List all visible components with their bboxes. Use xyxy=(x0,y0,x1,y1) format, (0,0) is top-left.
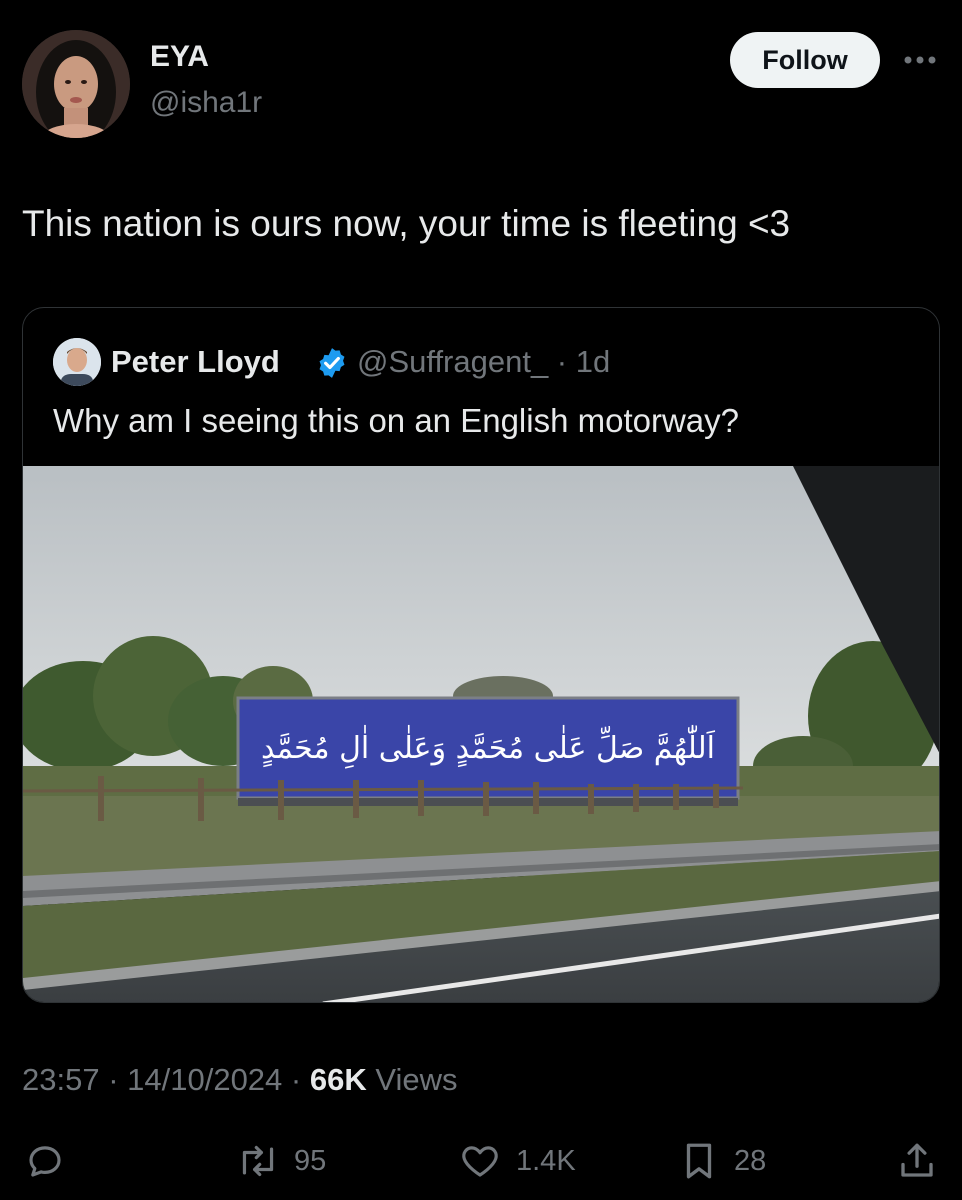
like-count: 1.4K xyxy=(516,1144,576,1177)
quoted-profile-photo xyxy=(53,338,101,386)
retweet-button[interactable]: 95 xyxy=(236,1138,326,1184)
tweet-meta: 23:57 · 14/10/2024 · 66K Views xyxy=(22,1062,457,1098)
share-button[interactable] xyxy=(896,1138,938,1184)
bookmark-button[interactable]: 28 xyxy=(678,1138,766,1184)
display-name[interactable]: EYA xyxy=(150,40,209,74)
quoted-tweet[interactable]: Peter Lloyd @Suffragent_ · 1d Why am I s… xyxy=(22,307,940,1003)
views-label: Views xyxy=(366,1062,458,1097)
handle[interactable]: @isha1r xyxy=(150,86,262,120)
quoted-avatar[interactable] xyxy=(53,338,101,386)
retweet-icon xyxy=(236,1140,280,1182)
bookmark-icon xyxy=(678,1139,720,1183)
verified-badge-icon xyxy=(315,346,349,380)
tweet-text: This nation is ours now, your time is fl… xyxy=(22,203,791,244)
reply-button[interactable] xyxy=(24,1138,66,1184)
quoted-media-photo[interactable]: اَللّٰهُمَّ صَلِّ عَلٰى مُحَمَّدٍ وَعَلٰ… xyxy=(23,466,939,1002)
tweet-time[interactable]: 23:57 xyxy=(22,1062,100,1097)
profile-photo xyxy=(22,30,130,138)
avatar[interactable] xyxy=(22,30,130,138)
billboard-text: اَللّٰهُمَّ صَلِّ عَلٰى مُحَمَّدٍ وَعَلٰ… xyxy=(261,724,715,769)
meta-separator: · xyxy=(99,1062,128,1097)
tweet-date[interactable]: 14/10/2024 xyxy=(127,1062,282,1097)
bookmark-count: 28 xyxy=(734,1144,767,1177)
meta-separator: · xyxy=(282,1062,310,1097)
retweet-count: 95 xyxy=(294,1144,327,1177)
more-icon[interactable] xyxy=(900,40,940,80)
quoted-display-name[interactable]: Peter Lloyd xyxy=(111,344,280,380)
share-icon xyxy=(896,1139,938,1183)
quoted-handle-time[interactable]: @Suffragent_ · 1d xyxy=(357,344,610,380)
like-button[interactable]: 1.4K xyxy=(458,1138,576,1184)
reply-icon xyxy=(24,1140,66,1182)
quoted-text: Why am I seeing this on an English motor… xyxy=(53,402,739,439)
views-count: 66K xyxy=(309,1062,367,1097)
heart-icon xyxy=(458,1140,502,1182)
follow-button[interactable]: Follow xyxy=(730,32,880,88)
